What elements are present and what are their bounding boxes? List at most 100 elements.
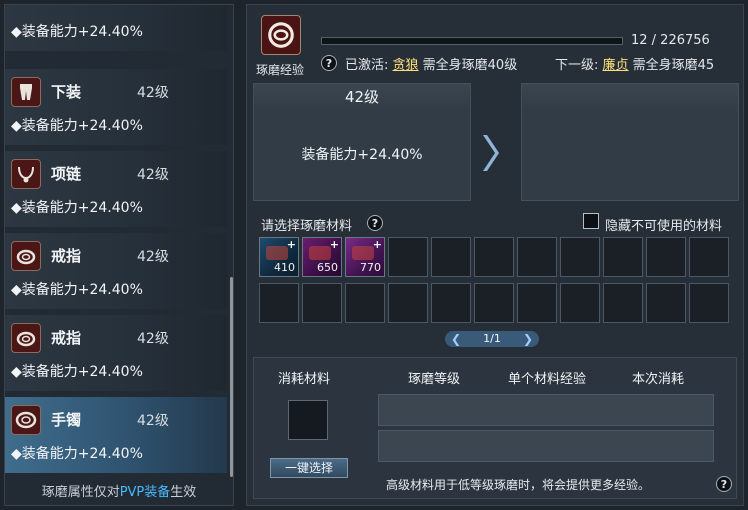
- header-this-cost: 本次消耗: [632, 372, 685, 387]
- equip-level: 42级: [137, 413, 169, 429]
- equip-level: 42级: [137, 167, 169, 183]
- exp-progress-bar: [321, 37, 623, 45]
- next-suffix: 需全身琢磨45: [628, 58, 715, 73]
- material-slot-empty[interactable]: [603, 237, 643, 277]
- next-level-title: [522, 84, 738, 110]
- pvp-note-highlight: PVP装备: [119, 485, 171, 500]
- material-pager: ❮ 1/1 ❯: [445, 331, 539, 347]
- material-slot-empty[interactable]: [560, 283, 600, 323]
- material-slot-empty[interactable]: [646, 237, 686, 277]
- material-slot-empty[interactable]: [560, 237, 600, 277]
- material-slot-empty[interactable]: [259, 283, 299, 323]
- equip-item-bracelet[interactable]: 手镯 42级 ◆装备能力+24.40%: [5, 397, 227, 473]
- equip-name: 戒指: [51, 247, 82, 265]
- next-prefix: 下一级:: [555, 58, 603, 73]
- material-slot-empty[interactable]: [302, 283, 342, 323]
- equip-name: 项链: [51, 165, 82, 183]
- material-slot-empty[interactable]: [517, 237, 557, 277]
- bracelet-icon: [11, 405, 41, 435]
- equip-item-ring-2[interactable]: 戒指 42级 ◆装备能力+24.40%: [5, 315, 227, 391]
- activated-suffix: 需全身琢磨40级: [418, 58, 518, 73]
- list-scrollbar[interactable]: [230, 277, 233, 477]
- cost-material-slot[interactable]: [288, 400, 328, 440]
- hide-unusable-checkbox[interactable]: [583, 213, 599, 229]
- prev-page-button[interactable]: ❮: [451, 331, 461, 347]
- cost-row: [378, 394, 714, 426]
- necklace-icon: [11, 159, 41, 189]
- equip-name: 下装: [51, 83, 82, 101]
- material-plus-icon: +: [329, 238, 339, 251]
- current-level-attr: 装备能力+24.40%: [301, 147, 423, 163]
- exp-progress-text: 12 / 226756: [631, 33, 710, 48]
- next-arrow-icon: [483, 135, 499, 171]
- polish-exp-icon: [261, 15, 301, 55]
- equipment-list: ◆装备能力+24.40% 下装 42级 ◆装备能力+24.40% 项链 42级 …: [4, 4, 234, 506]
- one-key-select-button[interactable]: 一键选择: [270, 458, 348, 478]
- ring-icon: [11, 241, 41, 271]
- ring-icon: [11, 323, 41, 353]
- current-level-card: 42级 装备能力+24.40%: [253, 83, 471, 201]
- material-section-title: 请选择琢磨材料: [261, 219, 353, 234]
- material-slot-empty[interactable]: [388, 283, 428, 323]
- equip-item-pants[interactable]: 下装 42级 ◆装备能力+24.40%: [5, 69, 227, 145]
- equip-item-necklace[interactable]: 项链 42级 ◆装备能力+24.40%: [5, 151, 227, 227]
- material-glow: [309, 246, 331, 260]
- material-slot-empty[interactable]: [431, 283, 471, 323]
- material-slot-empty[interactable]: [689, 237, 729, 277]
- material-slot-empty[interactable]: [689, 283, 729, 323]
- polish-window: ◆装备能力+24.40% 下装 42级 ◆装备能力+24.40% 项链 42级 …: [0, 0, 748, 510]
- equip-level: 42级: [137, 85, 169, 101]
- material-count: 770: [360, 261, 381, 274]
- material-slot-empty[interactable]: [345, 283, 385, 323]
- material-item[interactable]: +650: [302, 237, 342, 277]
- cost-note: 高级材料用于低等级琢磨时，将会提供更多经验。: [386, 478, 651, 492]
- material-glow: [266, 246, 288, 260]
- header-unit-exp: 单个材料经验: [508, 372, 587, 387]
- equip-name: 手镯: [51, 411, 82, 429]
- material-slot-empty[interactable]: [646, 283, 686, 323]
- material-count: 650: [317, 261, 338, 274]
- material-slot-empty[interactable]: [474, 283, 514, 323]
- hide-unusable-label[interactable]: 隐藏不可使用的材料: [605, 215, 722, 234]
- equip-level: 42级: [137, 249, 169, 265]
- material-item[interactable]: +770: [345, 237, 385, 277]
- material-slot-empty[interactable]: [431, 237, 471, 277]
- material-count: 410: [274, 261, 295, 274]
- material-slot-empty[interactable]: [517, 283, 557, 323]
- pvp-note-prefix: 琢磨属性仅对: [41, 485, 120, 500]
- header-cost-material: 消耗材料: [278, 372, 331, 387]
- equip-attr: ◆装备能力+24.40%: [11, 446, 143, 462]
- equip-attr: ◆装备能力+24.40%: [11, 118, 143, 134]
- activated-link[interactable]: 贪狼: [393, 58, 419, 73]
- cost-section: 消耗材料 琢磨等级 单个材料经验 本次消耗 一键选择 高级材料用于低等级琢磨时，…: [253, 357, 737, 499]
- material-plus-icon: +: [372, 238, 382, 251]
- equip-level: 42级: [137, 331, 169, 347]
- page-indicator: 1/1: [483, 332, 501, 345]
- material-slot-empty[interactable]: [388, 237, 428, 277]
- material-help-icon[interactable]: ?: [367, 215, 383, 231]
- cost-row: [378, 430, 714, 462]
- pvp-note: 琢磨属性仅对PVP装备生效: [5, 481, 233, 500]
- equip-item-ring-1[interactable]: 戒指 42级 ◆装备能力+24.40%: [5, 233, 227, 309]
- material-slot-empty[interactable]: [603, 283, 643, 323]
- material-glow: [352, 246, 374, 260]
- equip-attr: ◆装备能力+24.40%: [11, 364, 143, 380]
- next-page-button[interactable]: ❯: [523, 331, 533, 347]
- equip-item-armor[interactable]: ◆装备能力+24.40%: [5, 5, 227, 51]
- equip-attr: ◆装备能力+24.40%: [11, 282, 143, 298]
- material-slot-empty[interactable]: [474, 237, 514, 277]
- exp-help-icon[interactable]: ?: [321, 55, 337, 71]
- cost-help-icon[interactable]: ?: [716, 476, 732, 492]
- pvp-note-suffix: 生效: [170, 485, 197, 500]
- header-polish-level: 琢磨等级: [408, 372, 461, 387]
- current-level-title: 42级: [254, 84, 470, 110]
- next-link[interactable]: 廉贞: [603, 58, 629, 73]
- polish-exp-label: 琢磨经验: [256, 63, 305, 77]
- next-level-info: 下一级: 廉贞 需全身琢磨45: [555, 54, 714, 73]
- equip-name: 戒指: [51, 329, 82, 347]
- material-item[interactable]: +410: [259, 237, 299, 277]
- next-level-card: [521, 83, 739, 201]
- equip-attr: ◆装备能力+24.40%: [11, 200, 143, 216]
- activated-prefix: 已激活:: [345, 58, 393, 73]
- pants-icon: [11, 77, 41, 107]
